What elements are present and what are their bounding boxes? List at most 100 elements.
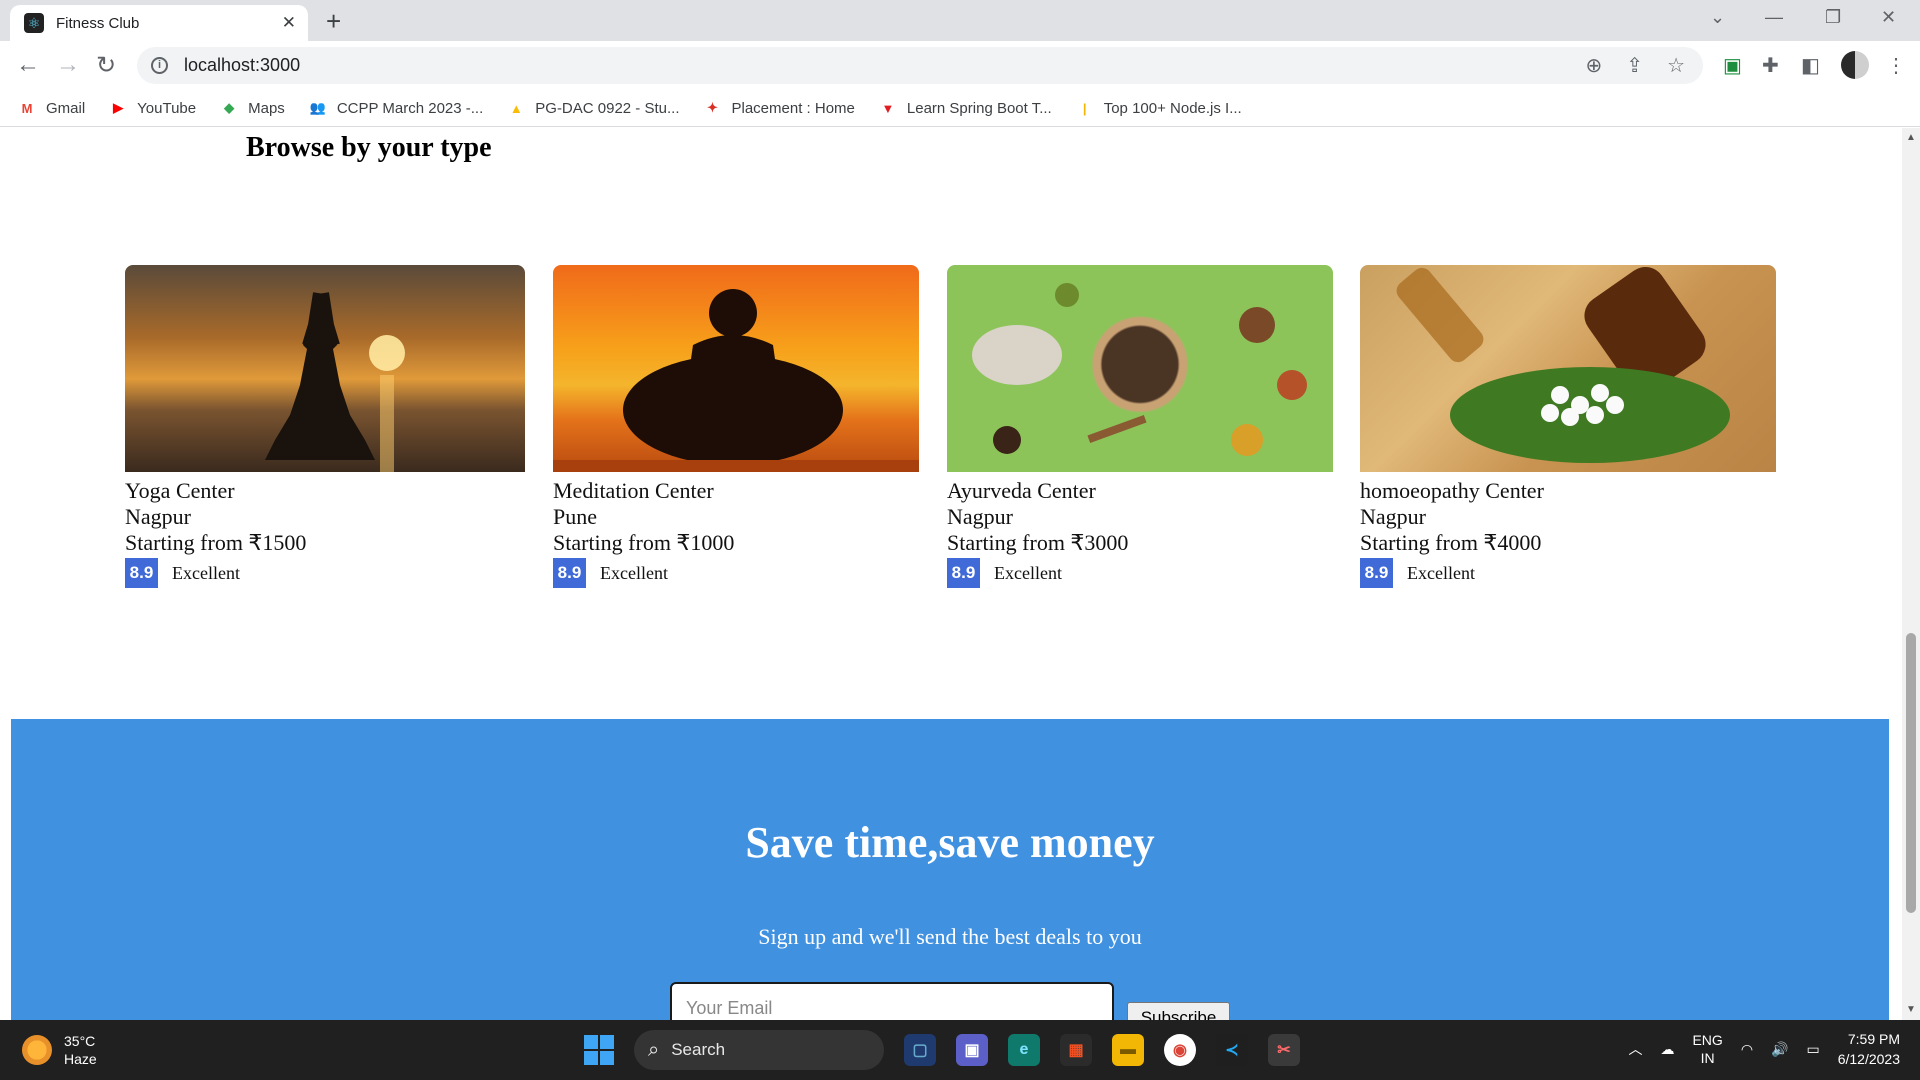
address-bar[interactable]: i localhost:3000 ⊕ ⇪ ☆ — [137, 47, 1703, 84]
gmail-icon: M — [21, 100, 33, 116]
scroll-down-icon[interactable]: ▼ — [1906, 1004, 1916, 1015]
clock[interactable]: 7:59 PM 6/12/2023 — [1838, 1029, 1900, 1069]
email-input[interactable] — [670, 982, 1114, 1020]
close-tab-icon[interactable]: ✕ — [282, 13, 296, 33]
tab-search-chevron-icon[interactable]: ⌄ — [1710, 7, 1725, 28]
extension-icon[interactable]: ▣ — [1723, 53, 1742, 78]
bookmark-item[interactable]: 👥 CCPP March 2023 -... — [309, 99, 484, 117]
bars-icon: | — [1082, 100, 1087, 116]
card-name: Ayurveda Center — [947, 478, 1096, 503]
bookmark-item[interactable]: ◆ Maps — [220, 99, 285, 117]
bookmark-item[interactable]: ▲ PG-DAC 0922 - Stu... — [507, 99, 680, 117]
tray-overflow-chevron-icon[interactable]: ︿ — [1628, 1039, 1642, 1059]
newsletter-title: Save time,save money — [745, 818, 1155, 867]
rating: 8.9 Excellent — [947, 558, 1333, 588]
meditation-sunset-image[interactable] — [553, 265, 919, 472]
page-viewport: Browse by your type Yoga Center Nagpur S… — [0, 128, 1902, 1020]
meditation-silhouette-icon — [553, 289, 919, 472]
rating: 8.9 Excellent — [125, 558, 525, 588]
language-indicator[interactable]: ENG IN — [1692, 1031, 1722, 1067]
maps-icon: ◆ — [224, 100, 235, 115]
rating-score-badge: 8.9 — [1360, 558, 1393, 588]
bookmarks-bar: M Gmail ▶ YouTube ◆ Maps 👥 CCPP March 2023 -...… — [0, 90, 1920, 127]
url-text[interactable]: localhost:3000 — [184, 55, 300, 76]
bookmark-label: YouTube — [137, 99, 197, 117]
bookmark-star-icon[interactable]: ☆ — [1667, 53, 1685, 78]
wifi-icon[interactable]: ◠ — [1741, 1041, 1753, 1058]
property-card-ayurveda[interactable]: Ayurveda Center Nagpur Starting from ₹30… — [947, 265, 1333, 588]
teams-chat-icon[interactable]: ▣ — [956, 1034, 988, 1066]
tab-strip: ⚛ Fitness Club ✕ + ⌄ — ❐ ✕ — [0, 0, 1920, 41]
scroll-up-icon[interactable]: ▲ — [1906, 132, 1916, 143]
forward-icon[interactable]: → — [56, 51, 80, 79]
page-scrollbar[interactable]: ▲ ▼ — [1902, 128, 1920, 1020]
menu-kebab-icon[interactable]: ⋮ — [1886, 53, 1906, 78]
card-price: Starting from ₹3000 — [947, 530, 1129, 555]
extensions-puzzle-icon[interactable]: ✚ — [1762, 53, 1779, 78]
subscribe-button[interactable]: Subscribe — [1127, 1002, 1230, 1020]
weather-widget[interactable]: 35°C Haze — [22, 1032, 97, 1068]
search-icon: ⌕ — [648, 1038, 660, 1061]
scrollbar-thumb[interactable] — [1906, 633, 1916, 913]
browser-tab[interactable]: ⚛ Fitness Club ✕ — [10, 5, 308, 41]
edge-browser-icon[interactable]: e — [1008, 1034, 1040, 1066]
property-card-yoga[interactable]: Yoga Center Nagpur Starting from ₹1500 8… — [125, 265, 525, 588]
ayurveda-herbs-image[interactable] — [947, 265, 1333, 472]
tab-title: Fitness Club — [56, 14, 140, 32]
bookmark-item[interactable]: ✦ Placement : Home — [704, 99, 855, 117]
snipping-tool-icon[interactable]: ✂ — [1268, 1034, 1300, 1066]
profile-avatar[interactable] — [1841, 51, 1869, 79]
rating-score-badge: 8.9 — [947, 558, 980, 588]
drive-icon: ▲ — [509, 100, 523, 116]
region-code: IN — [1700, 1050, 1715, 1066]
card-city: Pune — [553, 504, 597, 529]
new-tab-button[interactable]: + — [326, 6, 341, 37]
bookmark-item[interactable]: ▼ Learn Spring Boot T... — [879, 99, 1051, 117]
minimize-icon[interactable]: — — [1765, 7, 1783, 28]
runner-icon: ✦ — [707, 100, 718, 115]
volume-icon[interactable]: 🔊 — [1771, 1041, 1788, 1058]
reload-icon[interactable]: ↻ — [96, 51, 116, 80]
file-explorer-icon[interactable]: ▬ — [1112, 1034, 1144, 1066]
share-icon[interactable]: ⇪ — [1626, 53, 1643, 78]
browser-toolbar: ← → ↻ i localhost:3000 ⊕ ⇪ ☆ ▣ ✚ ◧ ⋮ — [0, 41, 1920, 90]
bookmark-item[interactable]: ▶ YouTube — [109, 99, 196, 117]
windows-taskbar: 35°C Haze ⌕ Search ▢ ▣ e ▦ ▬ ◉ ≺ ✂ ︿ ☁ E… — [0, 1020, 1920, 1080]
microsoft-store-icon[interactable]: ▦ — [1060, 1034, 1092, 1066]
card-city: Nagpur — [947, 504, 1013, 529]
task-view-icon[interactable]: ▢ — [904, 1034, 936, 1066]
battery-icon[interactable]: ▭ — [1806, 1041, 1819, 1058]
react-favicon-icon: ⚛ — [24, 13, 44, 33]
rating-score-badge: 8.9 — [125, 558, 158, 588]
windows-start-icon[interactable] — [584, 1035, 614, 1065]
close-window-icon[interactable]: ✕ — [1881, 7, 1896, 28]
card-price: Starting from ₹4000 — [1360, 530, 1542, 555]
side-panel-icon[interactable]: ◧ — [1801, 53, 1820, 78]
card-city: Nagpur — [1360, 504, 1426, 529]
property-card-meditation[interactable]: Meditation Center Pune Starting from ₹10… — [553, 265, 919, 588]
taskbar-search-label: Search — [671, 1040, 726, 1059]
vscode-icon[interactable]: ≺ — [1216, 1034, 1248, 1066]
zoom-icon[interactable]: ⊕ — [1586, 53, 1603, 78]
clock-time: 7:59 PM — [1847, 1031, 1900, 1047]
bookmark-item[interactable]: | Top 100+ Node.js I... — [1076, 99, 1242, 117]
onedrive-cloud-icon[interactable]: ☁ — [1660, 1041, 1674, 1058]
bookmark-item[interactable]: M Gmail — [18, 99, 86, 117]
rating-label: Excellent — [172, 562, 240, 583]
bookmark-label: Maps — [248, 99, 285, 117]
site-info-icon[interactable]: i — [151, 57, 168, 74]
restore-icon[interactable]: ❐ — [1825, 7, 1841, 28]
pills-bottle-icon — [1396, 266, 1730, 463]
taskbar-search[interactable]: ⌕ Search — [634, 1030, 884, 1070]
section-title: Browse by your type — [246, 132, 492, 163]
herbs-spices-icon — [972, 283, 1307, 456]
back-icon[interactable]: ← — [16, 51, 40, 79]
rating: 8.9 Excellent — [553, 558, 919, 588]
chrome-icon[interactable]: ◉ — [1164, 1034, 1196, 1066]
rating-label: Excellent — [994, 562, 1062, 583]
property-card-homoeopathy[interactable]: homoeopathy Center Nagpur Starting from … — [1360, 265, 1776, 588]
rating-label: Excellent — [600, 562, 668, 583]
homoeopathy-pills-image[interactable] — [1360, 265, 1776, 472]
yoga-sunset-image[interactable] — [125, 265, 525, 472]
system-tray: ︿ ☁ ENG IN ◠ 🔊 ▭ 7:59 PM 6/12/2023 — [1628, 1029, 1900, 1069]
